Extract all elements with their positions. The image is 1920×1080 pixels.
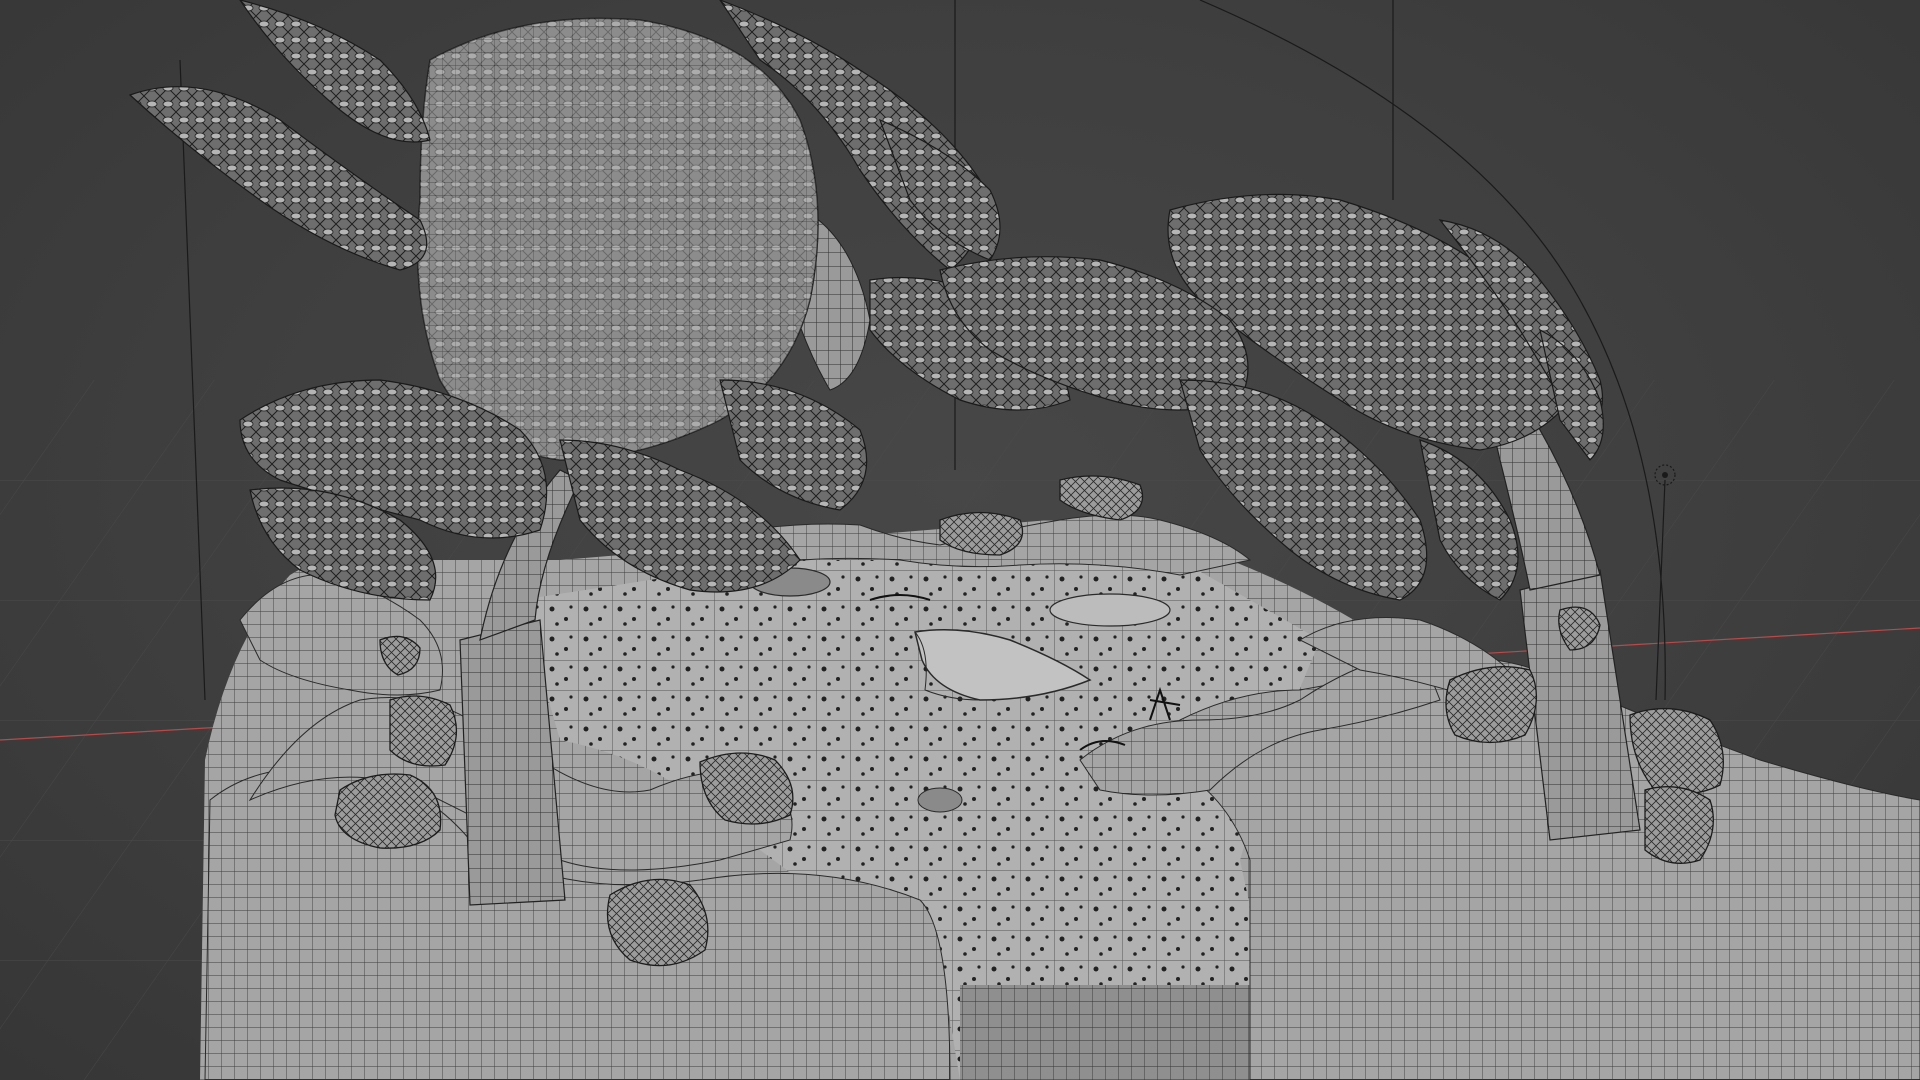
rock[interactable]	[606, 878, 709, 967]
rock[interactable]	[389, 695, 458, 767]
viewport-canvas[interactable]	[0, 0, 1920, 1080]
3d-viewport[interactable]	[0, 0, 1920, 1080]
rock[interactable]	[334, 773, 442, 849]
rock[interactable]	[1445, 666, 1538, 744]
rock[interactable]	[1644, 786, 1714, 864]
